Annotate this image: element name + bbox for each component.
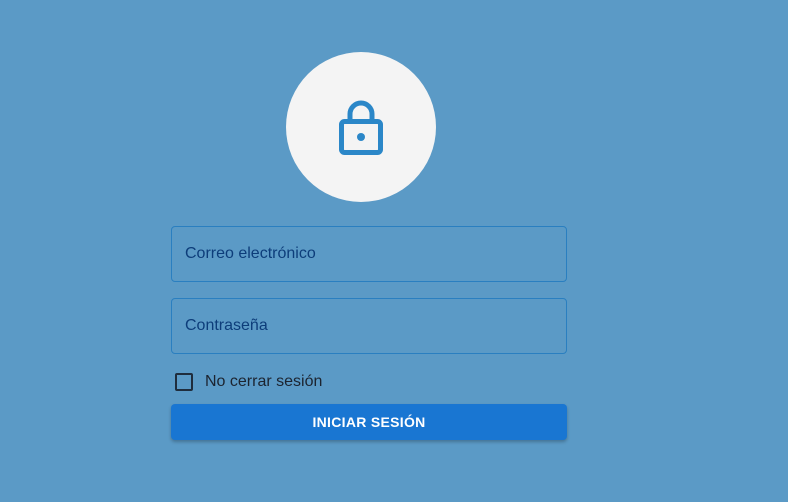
avatar bbox=[286, 52, 436, 202]
password-field[interactable] bbox=[171, 298, 567, 354]
lock-icon bbox=[338, 98, 384, 156]
email-field[interactable] bbox=[171, 226, 567, 282]
remember-me-checkbox[interactable] bbox=[175, 373, 193, 391]
remember-me-checkbox-row[interactable]: No cerrar sesión bbox=[175, 373, 322, 391]
login-button[interactable]: INICIAR SESIÓN bbox=[171, 404, 567, 440]
remember-me-label: No cerrar sesión bbox=[205, 373, 323, 390]
